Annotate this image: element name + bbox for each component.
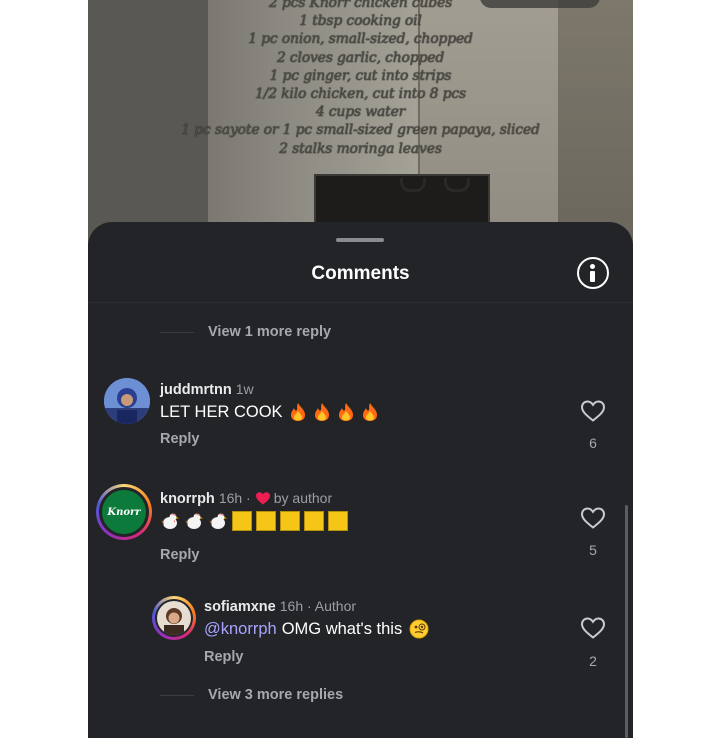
heart-outline-icon[interactable] — [580, 506, 606, 530]
avatar-photo-icon — [157, 601, 191, 635]
recipe-line: 1 pc sayote or 1 pc small-sized green pa… — [181, 122, 540, 139]
logo-text: Knorr — [107, 506, 141, 518]
yellow-square-emoji-icon — [328, 511, 348, 531]
recipe-line: 4 cups water — [315, 104, 406, 121]
fire-emoji-icon — [290, 403, 305, 421]
rooster-emoji-icon — [161, 512, 179, 529]
comment-body: OMG what's this — [281, 619, 403, 638]
recipe-line: 2 pcs Knorr chicken cubes — [268, 0, 453, 11]
reply-button[interactable]: Reply — [204, 649, 244, 665]
sheet-title: Comments — [311, 263, 410, 284]
recipe-line: 1 pc ginger, cut into strips — [269, 67, 452, 84]
view-more-label: View 3 more replies — [208, 687, 344, 703]
comment-username[interactable]: sofiamxne 16h · Author — [204, 598, 356, 615]
recipe-overlay: 2 pcs Knorr chicken cubes 1 tbsp cooking… — [88, 0, 633, 158]
yellow-square-emoji-icon — [304, 511, 324, 531]
info-icon-dot — [590, 264, 595, 269]
comment-text: @knorrph OMG what's this — [204, 619, 429, 639]
mention-link[interactable]: @knorrph — [204, 620, 277, 639]
phone-screen: 2 pcs Knorr chicken cubes 1 tbsp cooking… — [88, 0, 633, 738]
info-icon-bar — [590, 271, 595, 282]
username-text: knorrph — [160, 491, 215, 507]
reply-button[interactable]: Reply — [160, 431, 200, 447]
like-count: 5 — [589, 542, 597, 558]
sheet-drag-handle[interactable] — [336, 238, 384, 242]
comment-username[interactable]: juddmrtnn 1w — [160, 381, 254, 398]
comment-meta: 16h · by author — [218, 490, 333, 506]
author-badge: Author — [314, 598, 357, 614]
info-icon[interactable] — [577, 257, 609, 289]
recipe-line: 1/2 kilo chicken, cut into 8 pcs — [254, 86, 467, 103]
yellow-square-emoji-icon — [256, 511, 276, 531]
yellow-square-emoji-icon — [280, 511, 300, 531]
divider — [88, 302, 633, 303]
recipe-line: 2 stalks moringa leaves — [279, 140, 442, 157]
comment-time: 16h — [279, 598, 304, 614]
knorr-logo-icon: Knorr — [102, 490, 146, 534]
reply-button[interactable]: Reply — [160, 547, 200, 563]
comment-time: 16h — [218, 490, 243, 506]
avatar[interactable] — [152, 596, 196, 640]
like-count: 2 — [589, 653, 597, 669]
by-author-label: by author — [273, 490, 333, 506]
rooster-emoji-icon — [185, 512, 203, 529]
heart-filled-icon — [255, 492, 270, 505]
heart-outline-icon[interactable] — [580, 399, 606, 423]
recipe-line: 1 pc onion, small-sized, chopped — [248, 31, 473, 48]
comment-username[interactable]: knorrph 16h · by author — [160, 490, 332, 507]
view-more-replies-button[interactable]: View 1 more reply — [160, 324, 331, 340]
comment-body: LET HER COOK — [160, 402, 283, 421]
view-more-label: View 1 more reply — [208, 324, 332, 340]
comment-text: LET HER COOK — [160, 402, 379, 422]
comments-sheet: Comments View 1 more reply juddmrtnn 1w — [88, 222, 633, 738]
cabinet-handle — [444, 178, 470, 192]
avatar-photo-icon — [104, 378, 150, 424]
fire-emoji-icon — [314, 403, 329, 421]
scrollbar[interactable] — [625, 505, 628, 738]
video-background: 2 pcs Knorr chicken cubes 1 tbsp cooking… — [88, 0, 633, 250]
rooster-emoji-icon — [209, 512, 227, 529]
face-with-monocle-emoji-icon — [409, 619, 429, 639]
comment-meta: 16h · Author — [279, 598, 357, 614]
recipe-line: 1 tbsp cooking oil — [299, 13, 422, 30]
avatar[interactable] — [104, 378, 150, 424]
fire-emoji-icon — [338, 403, 353, 421]
username-text: sofiamxne — [204, 599, 276, 615]
like-count: 6 — [589, 435, 597, 451]
comment-time: 1w — [235, 381, 254, 397]
cabinet-handle — [400, 178, 426, 192]
thread-line — [160, 331, 194, 333]
comment-text — [160, 511, 352, 531]
fire-emoji-icon — [362, 403, 377, 421]
username-text: juddmrtnn — [160, 382, 232, 398]
recipe-line: 2 cloves garlic, chopped — [276, 49, 445, 66]
thread-line — [160, 694, 194, 696]
yellow-square-emoji-icon — [232, 511, 252, 531]
heart-outline-icon[interactable] — [580, 616, 606, 640]
view-more-replies-button[interactable]: View 3 more replies — [160, 687, 343, 703]
avatar[interactable]: Knorr — [96, 484, 152, 540]
